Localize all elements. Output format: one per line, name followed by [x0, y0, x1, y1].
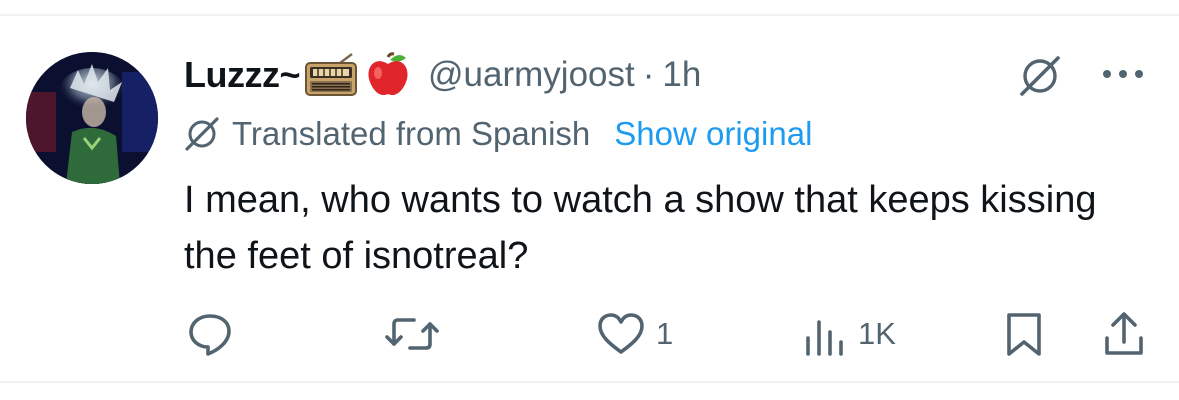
share-icon — [1105, 312, 1143, 355]
translated-label: Translated from Spanish — [232, 115, 591, 152]
like-count: 1 — [656, 316, 674, 351]
bookmark-icon — [1007, 313, 1041, 356]
tweet-text: I mean, who wants to watch a show that k… — [184, 179, 1097, 277]
heart-icon — [598, 313, 644, 354]
retweet-icon — [385, 318, 439, 350]
grok-icon[interactable] — [1018, 54, 1062, 98]
bookmark-button[interactable] — [1004, 304, 1044, 364]
like-button[interactable]: 1 — [596, 304, 673, 364]
avatar[interactable] — [26, 52, 158, 184]
display-name[interactable]: Luzzz~ — [184, 54, 301, 96]
translate-icon — [185, 117, 219, 151]
share-button[interactable] — [1102, 304, 1146, 364]
reply-button[interactable] — [186, 304, 234, 364]
radio-emoji-icon — [305, 53, 358, 96]
views-icon — [806, 320, 843, 356]
views-button[interactable]: 1K — [804, 304, 896, 364]
user-handle[interactable]: @uarmyjoost — [428, 55, 635, 95]
views-count: 1K — [858, 316, 896, 351]
retweet-button[interactable] — [384, 304, 440, 364]
timestamp[interactable]: 1h — [662, 55, 701, 95]
translation-row: Translated from Spanish Show original — [184, 112, 812, 156]
separator-dot: · — [642, 55, 655, 94]
red-apple-emoji-icon — [368, 52, 408, 96]
bottom-divider — [0, 381, 1179, 383]
more-icon[interactable] — [1100, 66, 1146, 82]
tweet-header: Luzzz~ @uarmyjoost · 1h — [184, 50, 701, 100]
reply-icon — [189, 314, 231, 356]
top-divider — [0, 14, 1179, 16]
show-original-link[interactable]: Show original — [614, 115, 812, 153]
action-bar: 1 1K — [0, 304, 1179, 364]
